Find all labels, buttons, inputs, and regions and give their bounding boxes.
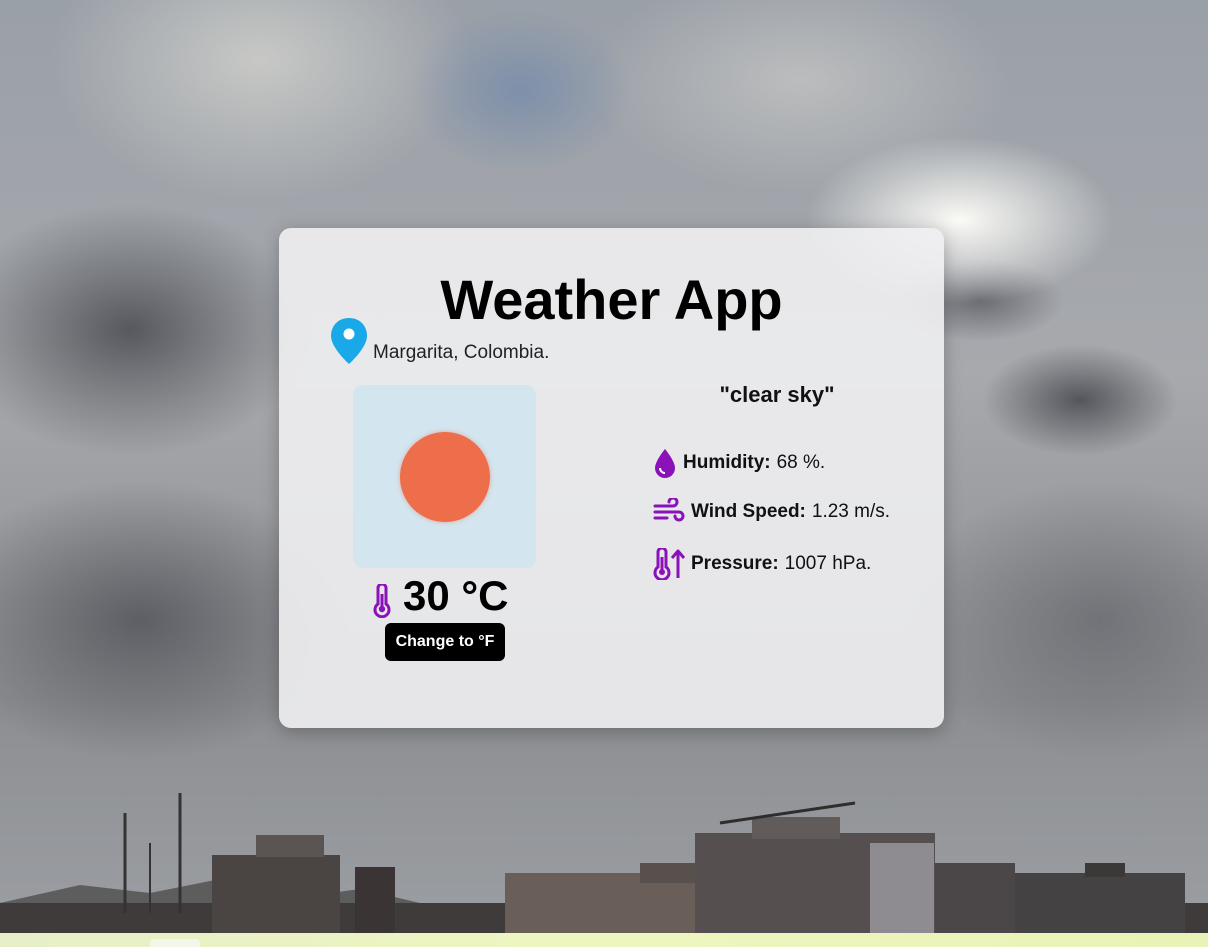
pressure-label: Pressure:	[691, 553, 779, 574]
map-pin-icon	[331, 318, 367, 364]
wind-row: Wind Speed: 1.23 m/s.	[653, 498, 890, 526]
wind-icon	[653, 498, 685, 522]
temperature-row: 30 °C	[371, 572, 509, 620]
weather-description: "clear sky"	[719, 382, 835, 407]
location-text: Margarita, Colombia.	[373, 342, 550, 363]
water-drop-icon	[655, 449, 675, 478]
wind-value: 1.23 m/s.	[811, 501, 891, 522]
thermometer-arrow-icon	[653, 548, 685, 580]
city-skyline-image	[0, 793, 1208, 933]
humidity-value: 68 %.	[776, 452, 826, 473]
bottom-tab[interactable]	[150, 939, 200, 947]
weather-card: Weather App Margarita, Colombia. 30 °C C…	[279, 228, 944, 728]
sun-icon	[400, 432, 490, 522]
humidity-label: Humidity:	[683, 452, 771, 473]
pressure-value: 1007 hPa.	[784, 553, 872, 574]
page-title: Weather App	[440, 268, 783, 331]
temperature-value: 30 °C	[403, 572, 509, 619]
wind-label: Wind Speed:	[691, 501, 806, 522]
pressure-row: Pressure: 1007 hPa.	[653, 548, 871, 580]
change-unit-button[interactable]: Change to °F	[385, 623, 505, 661]
humidity-row: Humidity: 68 %.	[653, 448, 825, 478]
thermometer-icon	[373, 584, 391, 618]
weather-image	[353, 385, 536, 568]
